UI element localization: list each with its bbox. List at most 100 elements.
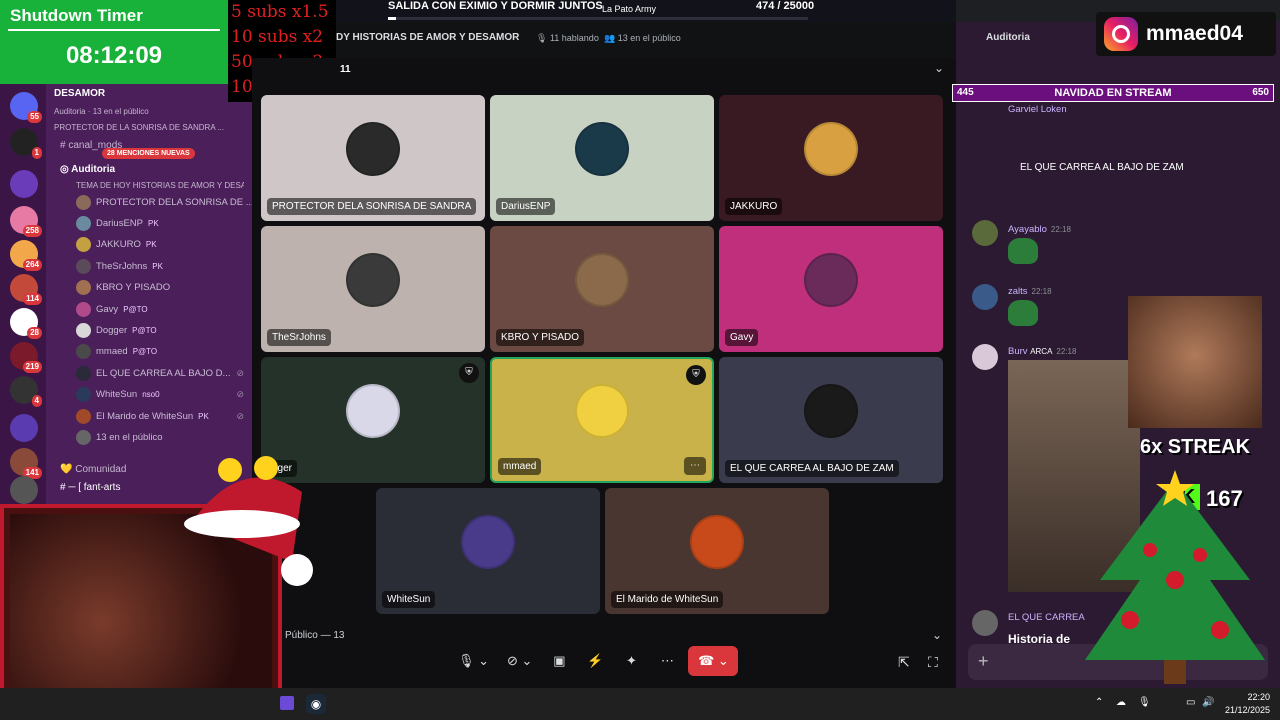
member-item[interactable]: PROTECTOR DELA SONRISA DE ... [76,192,254,212]
member-item[interactable]: 13 en el público [76,427,244,447]
goal-total: / 25000 [777,0,815,12]
member-tag: nso0 [142,390,160,400]
avatar[interactable] [972,220,998,246]
message-author[interactable]: zalts 22:18 [1008,286,1052,297]
server-icon[interactable]: 219 [10,342,42,373]
server-icon[interactable]: 1 [10,128,42,159]
navidad-right-value: 650 [1252,87,1269,98]
speaker-tile[interactable]: JAKKURO [719,95,943,221]
server-folder-icon[interactable] [10,170,38,198]
microphone-button[interactable]: 🎙 ⌄ [452,646,495,676]
author-name: Burv [1008,346,1028,357]
network-icon[interactable]: ▭ [1186,697,1195,708]
server-folder-icon[interactable] [10,414,38,442]
instagram-overlay: mmaed04 [1096,12,1276,56]
server-icon[interactable]: 55 [10,92,42,123]
popout-icon[interactable]: ⇱ [898,654,910,671]
message-author[interactable]: Garviel Loken [1008,104,1067,115]
speaker-tile[interactable]: Gavy [719,226,943,352]
member-item[interactable]: KBRO Y PISADO [76,278,244,298]
server-icon[interactable]: 4 [10,376,42,407]
avatar [804,384,858,438]
chevron-down-icon[interactable]: ⌄ [934,61,944,75]
hang-up-button[interactable]: ☎ ⌄ [688,646,739,676]
avatar [346,384,400,438]
member-item[interactable]: TheSrJohns PK [76,256,244,276]
server-icon[interactable]: 258 [10,206,42,237]
avatar [575,384,629,438]
more-options-icon[interactable]: ⋯ [684,457,706,475]
screen-share-button[interactable]: ▣ [544,646,574,676]
more-options-button[interactable]: ⋯ [652,646,682,676]
server-icon[interactable] [10,476,38,504]
avatar [690,515,744,569]
avatar[interactable] [972,610,998,636]
badge: 1 [31,147,42,159]
member-tag: P@TO [123,304,148,314]
call-controls: 🎙 ⌄ ⊘ ⌄ ▣ ⚡ ✦ ⋯ ☎ ⌄ [452,646,739,676]
member-name: PROTECTOR DELA SONRISA DE ... [96,196,254,208]
speaker-tile[interactable]: mmaed ⛨ ⋯ [490,357,714,483]
member-name: WhiteSun [96,389,138,401]
member-item[interactable]: JAKKURO PK [76,235,244,255]
message-author[interactable]: Ayayablo 22:18 [1008,224,1071,235]
member-name: DariusENP [96,217,143,229]
server-icon[interactable]: 28 [10,308,42,339]
avatar[interactable] [972,284,998,310]
speaker-tile[interactable]: EL QUE CARREA AL BAJO DE ZAM [719,357,943,483]
steam-icon[interactable]: ◉ [306,694,326,714]
member-name: JAKKURO [96,239,141,251]
member-item[interactable]: EL QUE CARREA AL BAJO D... ⊘ [76,363,244,383]
app-icon[interactable] [280,696,294,710]
activities-button[interactable]: ✦ [616,646,646,676]
speaker-tile[interactable]: KBRO Y PISADO [490,226,714,352]
speaker-label: WhiteSun [382,591,436,608]
speaker-label: EL QUE CARREA AL BAJO DE ZAM [725,460,899,477]
fullscreen-icon[interactable]: ⛶ [928,654,938,671]
avatar [804,122,858,176]
camera-off-button[interactable]: ⊘ ⌄ [501,646,538,676]
mentions-badge[interactable]: 28 MENCIONES NUEVAS [102,148,195,159]
speaker-label: El Marido de WhiteSun [611,591,724,608]
deafen-button[interactable]: ⚡ [580,646,610,676]
server-name[interactable]: DESAMOR [54,84,244,104]
member-name: KBRO Y PISADO [96,282,171,294]
chevron-down-icon[interactable]: ⌄ [932,628,942,642]
clock-time[interactable]: 22:20 [1247,692,1270,702]
speaker-tile[interactable]: PROTECTOR DELA SONRISA DE SANDRA [261,95,485,221]
server-icon[interactable]: 114 [10,274,42,305]
member-item[interactable]: Dogger P@TO [76,320,244,340]
goal-bar: SALIDA CON EXIMIO Y DORMIR JUNTOS La Pat… [336,0,956,22]
volume-icon[interactable]: 🔊 [1202,697,1214,708]
microphone-icon[interactable]: 🎙 [1138,697,1151,708]
speaker-tile[interactable]: TheSrJohns [261,226,485,352]
badge: 219 [22,361,42,373]
goal-progress [388,17,808,20]
chevron-up-icon[interactable]: ⌃ [1095,697,1103,708]
avatar[interactable] [972,344,998,370]
server-icon[interactable]: 264 [10,240,42,271]
server-icon[interactable]: 141 [10,448,42,479]
speaker-tile[interactable]: El Marido de WhiteSun [605,488,829,614]
member-item[interactable]: mmaed P@TO [76,342,244,362]
member-item[interactable]: Gavy P@TO [76,299,244,319]
message-author[interactable]: EL QUE CARREA AL BAJO DE ZAM [1020,162,1184,173]
speaker-label: KBRO Y PISADO [496,329,584,346]
speaker-tile[interactable]: DariusENP [490,95,714,221]
moderator-shield-icon: ⛨ [686,365,706,385]
category-label: Comunidad [75,464,127,475]
member-item[interactable]: DariusENP PK [76,213,244,233]
avatar [76,387,91,403]
speaker-tile[interactable]: WhiteSun [376,488,600,614]
message-author[interactable]: Burv ARCA 22:18 [1008,346,1076,357]
member-item[interactable]: WhiteSun nso0 ⊘ [76,385,244,405]
author-tag: ARCA [1030,347,1053,356]
speaking-count: 🎙 11 hablando [536,33,599,43]
speaking-label: 11 hablando [549,33,599,43]
plus-icon[interactable]: + [978,651,989,672]
clock-date[interactable]: 21/12/2025 [1225,705,1270,715]
cloud-icon[interactable]: ☁ [1116,697,1126,708]
instagram-handle: mmaed04 [1146,22,1243,45]
member-item[interactable]: El Marido de WhiteSun PK ⊘ [76,406,244,426]
public-section-label: Público — 13 [285,630,345,641]
